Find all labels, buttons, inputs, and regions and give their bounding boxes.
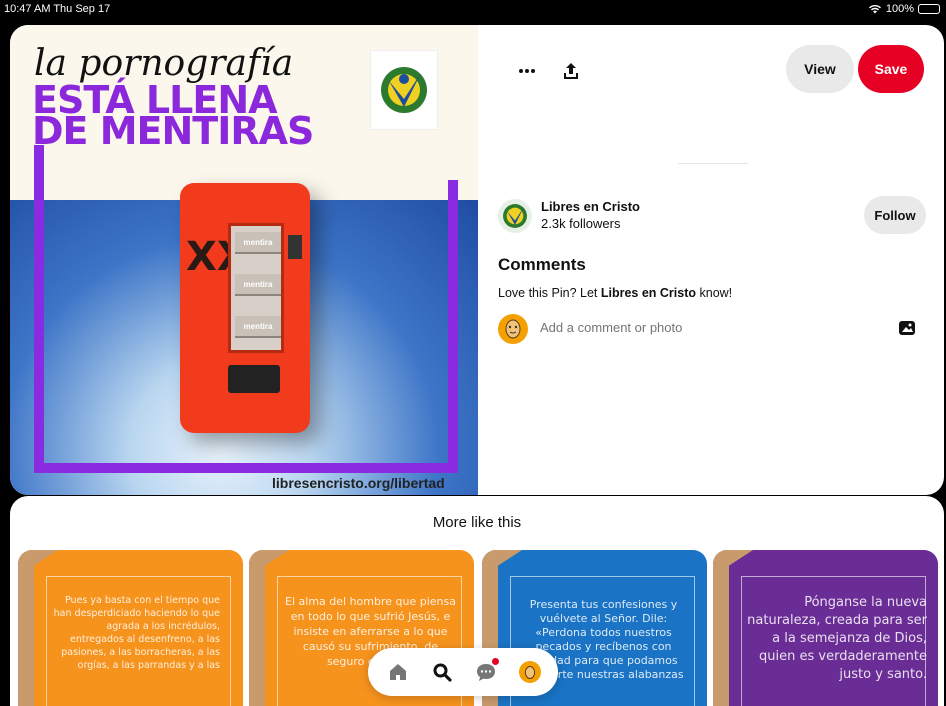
pin-card: la pornografía ESTÁ LLENA DE MENTIRAS XX… [10,25,944,495]
comment-prompt-name: Libres en Cristo [600,286,697,300]
nav-search[interactable] [430,660,454,684]
vending-window: mentira mentira mentira [228,223,284,353]
image-frame-right [448,180,458,470]
my-avatar [498,314,528,344]
battery-percent: 100% [885,3,914,15]
image-headline: ESTÁ LLENA DE MENTIRAS [32,81,314,153]
image-shelf-label: mentira [235,316,281,338]
comment-input[interactable] [540,320,840,335]
messages-icon [477,664,495,681]
wifi-icon [868,4,881,14]
image-frame-bottom [34,463,458,473]
libres-logo-icon [503,204,527,228]
comment-prompt-pre: Love this Pin? Let [498,286,601,300]
image-url-text: libresencristo.org/libertad [272,475,445,491]
comment-prompt-post: know! [696,286,733,300]
ellipsis-icon [519,69,535,73]
comments-heading: Comments [498,255,586,274]
user-face-icon [505,319,521,339]
save-button[interactable]: Save [858,45,924,93]
libres-logo-icon [381,67,427,113]
home-icon [390,664,406,680]
view-button[interactable]: View [786,45,854,93]
creator-avatar[interactable] [498,199,532,233]
status-bar: 10:47 AM Thu Sep 17 100% [0,0,946,20]
related-pin[interactable]: Pónganse la nueva naturaleza, creada par… [713,550,938,706]
related-pin-text: Pues ya basta con el tiempo que han desp… [53,595,220,671]
status-right: 100% [868,3,940,15]
related-pin[interactable]: Pues ya basta con el tiempo que han desp… [18,550,243,706]
image-shelf-label: mentira [235,232,281,254]
search-icon [433,663,452,682]
image-headline-line-2: DE MENTIRAS [32,109,314,153]
status-time: 10:47 AM Thu Sep 17 [4,3,111,15]
share-button[interactable] [556,56,586,86]
bottom-nav [368,648,558,696]
pin-image[interactable]: la pornografía ESTÁ LLENA DE MENTIRAS XX… [10,25,478,495]
pin-details: View Save Libres en Cristo 2.3k follower… [478,25,944,495]
image-frame-left [34,145,44,473]
share-icon [564,63,578,79]
image-shelf-label: mentira [235,274,281,296]
follow-button[interactable]: Follow [864,196,926,234]
nav-profile[interactable] [518,660,542,684]
divider [678,163,748,164]
image-logo [370,50,438,130]
nav-messages[interactable] [474,658,499,684]
more-like-this-title: More like this [432,514,522,531]
more-options-button[interactable] [512,56,542,86]
vending-slot [228,365,280,393]
nav-home[interactable] [386,660,410,684]
related-pin-text: Pónganse la nueva naturaleza, creada par… [747,595,927,682]
vending-machine-illustration: XXX mentira mentira mentira [180,183,310,433]
vending-keypad [288,235,302,259]
image-xxx-text: XXX [186,233,279,281]
add-photo-button[interactable] [898,320,916,336]
image-icon [899,321,915,335]
profile-icon [519,661,541,683]
creator-name[interactable]: Libres en Cristo [541,199,640,214]
comment-prompt: Love this Pin? Let Libres en Cristo know… [498,286,732,300]
battery-icon [918,4,940,14]
creator-followers: 2.3k followers [541,216,621,231]
notification-dot [492,658,499,665]
